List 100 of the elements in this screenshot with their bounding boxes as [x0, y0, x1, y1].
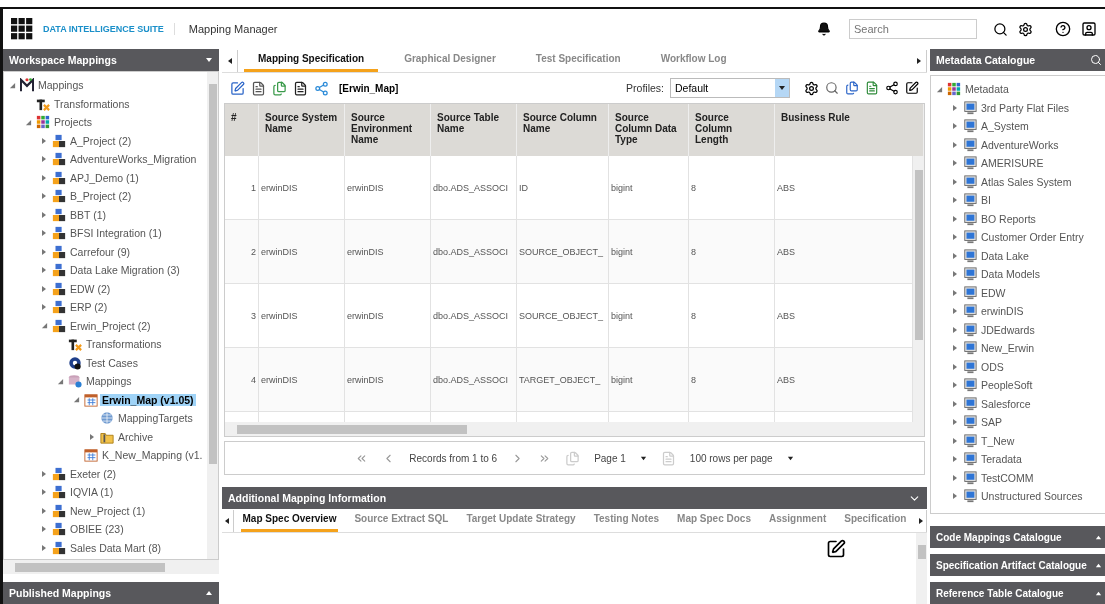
panel-header[interactable]: Published Mappings — [3, 582, 219, 604]
tree-item[interactable]: BBT (1) — [68, 208, 108, 221]
settings-icon[interactable] — [804, 80, 819, 96]
tree-item[interactable]: Mappings — [36, 79, 86, 92]
tab[interactable]: Mapping Specification — [244, 53, 379, 72]
search-field[interactable]: Search — [849, 19, 977, 39]
tree-item[interactable]: ERP (2) — [68, 301, 110, 314]
scrollbar[interactable] — [207, 72, 218, 559]
tree-item[interactable]: AdventureWorks_Migration — [68, 153, 199, 166]
bell-icon[interactable] — [817, 22, 831, 36]
search-icon[interactable] — [993, 21, 1008, 37]
expand-caret-icon[interactable] — [1095, 561, 1102, 569]
tree-item[interactable]: T_New — [979, 434, 1017, 447]
tree-item[interactable]: A_Project (2) — [68, 134, 134, 147]
tree-item[interactable]: MappingTargets — [116, 412, 195, 425]
tree-item[interactable]: Transformations — [52, 97, 132, 110]
tree-item[interactable]: IQVIA (1) — [68, 486, 116, 499]
tree-item[interactable]: OBIEE (23) — [68, 523, 126, 536]
tree-item[interactable]: JDEdwards — [979, 323, 1037, 336]
page-select[interactable]: Page 1 — [594, 452, 626, 464]
expand-caret-icon[interactable] — [205, 589, 213, 597]
tree-item[interactable]: B_Project (2) — [68, 190, 134, 203]
expand-caret-icon[interactable] — [1095, 533, 1102, 541]
tree-item[interactable]: AdventureWorks — [979, 138, 1061, 151]
tree-item[interactable]: New_Project (1) — [68, 504, 148, 517]
collapse-toggle-icon[interactable] — [72, 396, 80, 404]
tree-item[interactable]: Data Lake — [979, 249, 1031, 262]
tab[interactable]: Map Spec Docs — [675, 513, 753, 532]
tree-item[interactable]: Transformations — [84, 338, 164, 351]
rows-per-page-select[interactable]: 100 rows per page — [689, 452, 773, 464]
expand-toggle-icon[interactable] — [40, 469, 48, 478]
tree-item[interactable]: Test Cases — [84, 356, 140, 369]
tab[interactable]: Workflow Log — [646, 53, 741, 72]
expand-toggle-icon[interactable] — [40, 303, 48, 312]
tree-item[interactable]: Mappings — [84, 375, 134, 388]
tree-item[interactable]: Archive — [116, 430, 155, 443]
tree-item[interactable]: Projects — [52, 116, 94, 129]
tree-item[interactable]: BO Reports — [979, 212, 1038, 225]
tree-item[interactable]: Data Models — [979, 268, 1042, 281]
tree-item[interactable]: EDW — [979, 286, 1008, 299]
tree-item[interactable]: Carrefour (9) — [68, 245, 133, 258]
tree-item[interactable]: Customer Order Entry — [979, 231, 1086, 244]
scrollbar[interactable] — [916, 533, 927, 604]
tree-item[interactable]: K_New_Mapping (v1. — [100, 449, 205, 462]
tree-item[interactable]: Atlas Sales System — [979, 175, 1074, 188]
tab[interactable]: Source Extract SQL — [352, 513, 451, 532]
tree-item[interactable]: ODS — [979, 360, 1006, 373]
caret-icon[interactable] — [639, 454, 647, 462]
tree-item[interactable]: Unstructured Sources — [979, 490, 1085, 503]
panel-header[interactable]: Metadata Catalogue — [930, 49, 1105, 71]
panel-header[interactable]: Additional Mapping Information — [222, 487, 927, 509]
tab[interactable]: Assignment — [767, 513, 829, 532]
expand-toggle-icon[interactable] — [88, 432, 96, 441]
expand-toggle-icon[interactable] — [951, 492, 959, 501]
tree-item[interactable]: Sales Data Mart (8) — [68, 541, 164, 554]
panel-header[interactable]: Reference Table Catalogue — [930, 582, 1105, 604]
tree-item[interactable]: Erwin_Map (v1.05) — [100, 393, 196, 406]
settings-icon[interactable] — [1018, 21, 1033, 37]
list-icon[interactable] — [293, 80, 308, 96]
tab[interactable]: Target Update Strategy — [464, 513, 578, 532]
edit-icon[interactable] — [826, 539, 846, 559]
document-icon[interactable] — [251, 80, 266, 96]
tree-item[interactable]: Teradata — [979, 453, 1024, 466]
profile-select[interactable]: Default — [670, 78, 790, 98]
panel-header[interactable]: Code Mappings Catalogue — [930, 526, 1105, 548]
scrollbar[interactable] — [225, 422, 924, 436]
collapse-toggle-icon[interactable] — [935, 85, 943, 93]
tree-item[interactable]: BI — [979, 194, 993, 207]
scrollbar[interactable] — [913, 156, 924, 422]
tree-item[interactable]: Erwin_Project (2) — [68, 319, 153, 332]
caret-icon[interactable] — [786, 454, 794, 462]
tree-item[interactable]: TestCOMM — [979, 471, 1036, 484]
tree-item[interactable]: BFSI Integration (1) — [68, 227, 164, 240]
tab[interactable]: Test Specification — [521, 53, 635, 72]
collapse-toggle-icon[interactable] — [40, 322, 48, 330]
expand-caret-icon[interactable] — [1095, 589, 1102, 597]
copy-icon[interactable] — [272, 80, 287, 96]
dropdown-caret-icon[interactable] — [205, 56, 213, 64]
tree-item[interactable]: erwinDIS — [979, 305, 1026, 318]
user-icon[interactable] — [1081, 21, 1097, 37]
tab[interactable]: Map Spec Overview — [240, 513, 339, 532]
tree-item[interactable]: SAP — [979, 416, 1004, 429]
tab[interactable]: Testing Notes — [591, 513, 662, 532]
tree-item[interactable]: New_Erwin — [979, 342, 1037, 355]
tree-item[interactable]: Salesforce — [979, 397, 1033, 410]
tree-item[interactable]: Metadata — [963, 83, 1011, 96]
tree-item[interactable]: AMERISURE — [979, 157, 1046, 170]
tab[interactable]: Graphical Designer — [390, 53, 510, 72]
collapse-toggle-icon[interactable] — [56, 377, 64, 385]
tree-item[interactable]: Data Lake Migration (3) — [68, 264, 182, 277]
collapse-toggle-icon[interactable] — [24, 118, 32, 126]
tree-item[interactable]: APJ_Demo (1) — [68, 171, 141, 184]
tree-item[interactable]: 3rd Party Flat Files — [979, 101, 1072, 114]
expand-toggle-icon[interactable] — [40, 136, 48, 145]
tab[interactable]: Specification — [842, 513, 909, 532]
panel-header[interactable]: Specification Artifact Catalogue — [930, 554, 1105, 576]
share-icon[interactable] — [885, 81, 899, 95]
scrollbar[interactable] — [3, 560, 219, 574]
tree-item[interactable]: A_System — [979, 120, 1031, 133]
help-icon[interactable] — [1055, 21, 1071, 37]
